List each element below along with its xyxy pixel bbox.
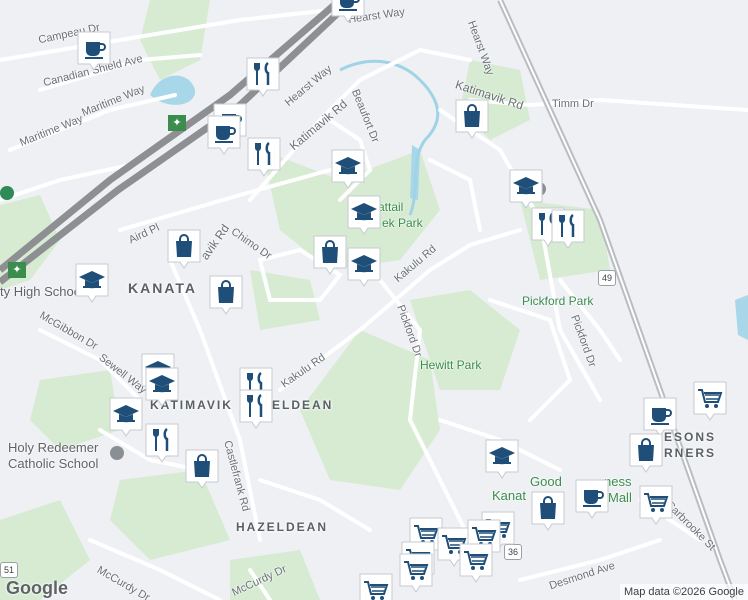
shopping-marker[interactable] [184, 448, 220, 490]
shopping-bag-icon [628, 432, 664, 474]
district-hazeldean-partial: ELDEAN [272, 398, 334, 412]
fork-knife-icon [238, 388, 274, 430]
maple-leaf-icon: ✦ [168, 115, 186, 131]
school-marker[interactable] [508, 168, 544, 210]
shopping-marker[interactable] [454, 98, 490, 140]
cafe-marker[interactable] [330, 0, 366, 24]
shopping-bag-icon [166, 228, 202, 270]
district-glen-cairn-line2: RNERS [664, 446, 717, 460]
coffee-cup-icon [330, 0, 366, 24]
maple-leaf-icon: ✦ [8, 262, 26, 278]
school-marker[interactable] [484, 438, 520, 480]
graduation-cap-icon [108, 396, 144, 438]
place-holy-redeemer-line1: Holy Redeemer [8, 440, 99, 455]
hwy-49-shield: 49 [598, 270, 616, 286]
graduation-cap-icon [346, 246, 382, 288]
school-marker[interactable] [330, 148, 366, 190]
hwy-51-shield: 51 [0, 562, 18, 578]
cafe-marker[interactable] [76, 30, 112, 72]
restaurant-marker[interactable] [144, 422, 180, 464]
shopping-cart-icon [358, 572, 394, 600]
map-base-layer [0, 0, 748, 600]
shopping-cart-icon [692, 380, 728, 422]
restaurant-marker[interactable] [246, 136, 282, 178]
district-kanata: KANATA [128, 280, 198, 296]
park-hewitt: Hewitt Park [420, 358, 482, 372]
restaurant-marker[interactable] [550, 208, 586, 250]
graduation-cap-icon [330, 148, 366, 190]
map-attribution[interactable]: Map data ©2026 Google [619, 584, 748, 600]
shopping-cart-icon [638, 484, 674, 526]
school-marker[interactable] [144, 366, 180, 408]
place-mall: Mall [608, 490, 632, 505]
restaurant-marker[interactable] [245, 56, 281, 98]
fork-knife-icon [245, 56, 281, 98]
shopping-cart-icon [458, 542, 494, 584]
shopping-cart-marker[interactable] [458, 542, 494, 584]
school-marker[interactable] [346, 194, 382, 236]
school-poi-icon [110, 446, 124, 460]
shopping-cart-icon [398, 552, 434, 594]
shopping-bag-icon [530, 490, 566, 532]
fork-knife-icon [550, 208, 586, 250]
shopping-bag-icon [312, 234, 348, 276]
school-marker[interactable] [346, 246, 382, 288]
shopping-cart-marker[interactable] [358, 572, 394, 600]
park-cattail-line2: ek Park [382, 216, 423, 230]
graduation-cap-icon [74, 262, 110, 304]
shopping-cart-marker[interactable] [398, 552, 434, 594]
school-marker[interactable] [108, 396, 144, 438]
place-good-fitness-part1: Good [530, 474, 562, 489]
shopping-cart-marker[interactable] [692, 380, 728, 422]
fork-knife-icon [144, 422, 180, 464]
park-pickford: Pickford Park [522, 294, 594, 308]
graduation-cap-icon [484, 438, 520, 480]
map-canvas[interactable]: Campeau Dr Canadian Shield Ave Maritime … [0, 0, 748, 600]
place-holy-redeemer-line2: Catholic School [8, 456, 99, 471]
shopping-marker[interactable] [166, 228, 202, 270]
graduation-cap-icon [346, 194, 382, 236]
street-timm-dr: Timm Dr [552, 98, 594, 110]
restaurant-marker[interactable] [238, 388, 274, 430]
graduation-cap-icon [144, 366, 180, 408]
shopping-marker[interactable] [628, 432, 664, 474]
graduation-cap-icon [508, 168, 544, 210]
shopping-marker[interactable] [208, 274, 244, 316]
shopping-bag-icon [208, 274, 244, 316]
school-marker[interactable] [74, 262, 110, 304]
cafe-marker[interactable] [574, 478, 610, 520]
fork-knife-icon [246, 136, 282, 178]
place-high-school: ty High School [0, 284, 84, 299]
park-poi-icon [0, 186, 14, 200]
shopping-bag-icon [454, 98, 490, 140]
coffee-cup-icon [574, 478, 610, 520]
shopping-cart-marker[interactable] [638, 484, 674, 526]
coffee-cup-icon [206, 114, 242, 156]
cafe-marker[interactable] [206, 114, 242, 156]
shopping-marker[interactable] [530, 490, 566, 532]
shopping-marker[interactable] [312, 234, 348, 276]
coffee-cup-icon [76, 30, 112, 72]
district-hazeldean: HAZELDEAN [236, 520, 328, 534]
place-kanata-centrum: Kanat [492, 488, 526, 503]
google-logo[interactable]: Google [6, 578, 68, 599]
shopping-bag-icon [184, 448, 220, 490]
